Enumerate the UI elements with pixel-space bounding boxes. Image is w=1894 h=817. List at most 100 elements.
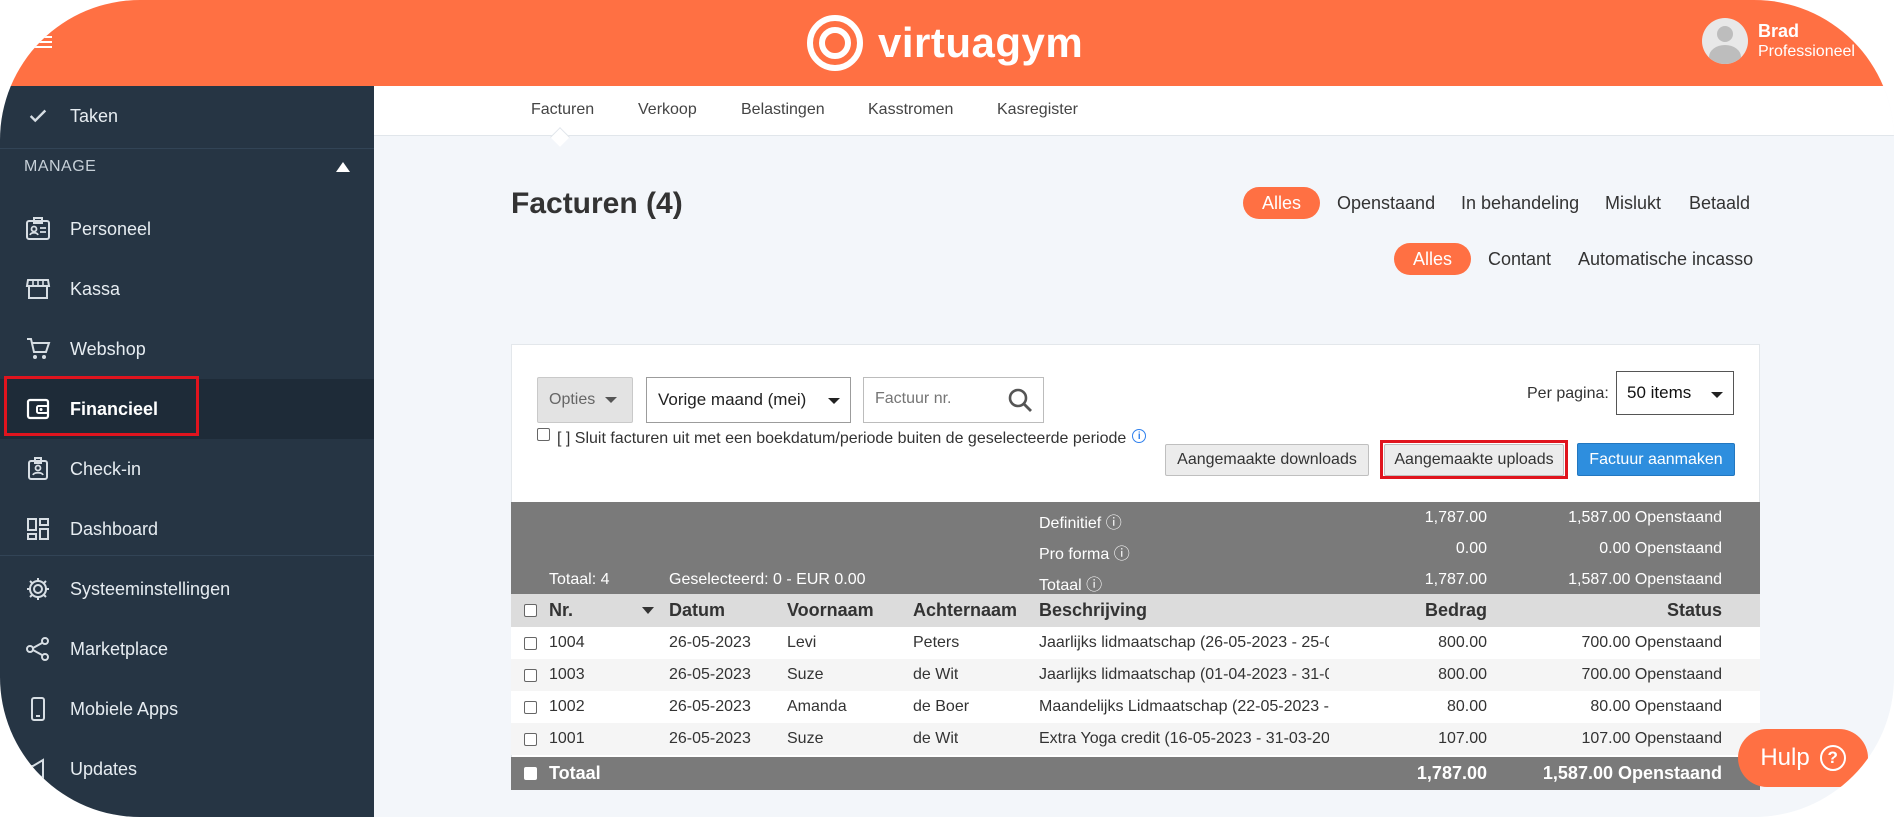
per-page-value: 50 items (1627, 383, 1692, 402)
sidebar-item-dashboard[interactable]: Dashboard (0, 499, 374, 559)
type-filter-automatische-incasso[interactable]: Automatische incasso (1578, 249, 1753, 270)
row-checkbox[interactable] (524, 668, 537, 682)
sidebar-item-marketplace[interactable]: Marketplace (0, 619, 374, 679)
status-filter-in-behandeling[interactable]: In behandeling (1461, 193, 1579, 214)
cell-voornaam: Suze (787, 666, 824, 683)
period-value: Vorige maand (mei) (658, 390, 807, 409)
create-invoice-button[interactable]: Factuur aanmaken (1577, 443, 1735, 476)
chevron-down-icon (605, 397, 618, 403)
top-bar: virtuagym Brad Professioneel (0, 0, 1894, 86)
per-page-label: Per pagina: (1527, 385, 1609, 402)
sidebar-section-manage[interactable]: MANAGE (24, 158, 350, 176)
sidebar-item-check-in[interactable]: Check-in (0, 439, 374, 499)
status-filter-openstaand[interactable]: Openstaand (1337, 193, 1435, 214)
cell-status: 700.00 Openstaand (1581, 634, 1722, 651)
summary-open-definitief: 1,587.00 Openstaand (1568, 509, 1722, 526)
sidebar-item-mobiele-apps[interactable]: Mobiele Apps (0, 679, 374, 739)
row-checkbox[interactable] (524, 700, 537, 714)
menu-icon[interactable] (34, 36, 52, 48)
cell-achternaam: de Wit (913, 730, 959, 747)
period-select[interactable]: Vorige maand (mei) (646, 377, 851, 423)
badge-icon (24, 455, 52, 483)
per-page-select[interactable]: 50 items (1616, 371, 1734, 415)
cell-achternaam: de Wit (913, 666, 959, 683)
selected-summary: Geselecteerd: 0 - EUR 0.00 (669, 571, 866, 588)
active-tab-indicator (550, 127, 570, 147)
sidebar-item-label: Personeel (70, 218, 152, 239)
column-achternaam[interactable]: Achternaam (913, 594, 1017, 627)
table-row[interactable]: 1004 26-05-2023 Levi Peters Jaarlijks li… (511, 627, 1760, 659)
options-button[interactable]: Opties (537, 377, 633, 423)
invoice-number-input[interactable] (875, 390, 995, 408)
table-row[interactable]: 1002 26-05-2023 Amanda de Boer Maandelij… (511, 691, 1760, 723)
type-filter-alles[interactable]: Alles (1394, 243, 1471, 275)
tab-verkoop[interactable]: Verkoop (638, 101, 697, 119)
megaphone-icon (24, 755, 52, 783)
total-count: Totaal: 4 (549, 571, 610, 588)
sidebar-item-label: Systeeminstellingen (70, 578, 231, 599)
sidebar-item-taken[interactable]: Taken (0, 86, 374, 146)
virtuagym-logo-icon (807, 15, 863, 71)
sidebar-item-systeeminstellingen[interactable]: Systeeminstellingen (0, 559, 374, 619)
sidebar-item-kassa[interactable]: Kassa (0, 259, 374, 319)
help-button[interactable]: Hulp ? (1738, 729, 1868, 787)
options-label: Opties (549, 391, 596, 408)
cell-status: 700.00 Openstaand (1581, 666, 1722, 683)
created-downloads-button[interactable]: Aangemaakte downloads (1165, 444, 1369, 476)
row-checkbox[interactable] (524, 732, 537, 746)
tab-belastingen[interactable]: Belastingen (741, 101, 825, 119)
invoice-summary: Totaal: 4 Geselecteerd: 0 - EUR 0.00 Def… (511, 502, 1760, 594)
caret-up-icon (336, 162, 350, 172)
tab-kasregister[interactable]: Kasregister (997, 101, 1078, 119)
column-beschrijving[interactable]: Beschrijving (1039, 594, 1147, 627)
cell-bedrag: 80.00 (1446, 698, 1487, 715)
sidebar-item-label: Updates (70, 758, 138, 779)
column-nr[interactable]: Nr. (549, 594, 573, 627)
column-status[interactable]: Status (1511, 594, 1722, 627)
invoice-search (863, 377, 1044, 423)
sidebar: Taken MANAGE Personeel Kassa Webshop Fin… (0, 86, 374, 817)
sidebar-item-updates[interactable]: Updates (0, 739, 374, 799)
section-label: MANAGE (24, 158, 97, 175)
question-icon: ? (1819, 745, 1846, 771)
cell-bedrag: 800.00 (1438, 634, 1487, 651)
cell-bedrag: 107.00 (1438, 730, 1487, 747)
status-filter-alles[interactable]: Alles (1243, 187, 1320, 219)
tab-facturen[interactable]: Facturen (531, 101, 594, 119)
summary-label-totaal: Totaal ⓘ (1039, 577, 1103, 594)
info-icon: ⓘ (1086, 577, 1103, 594)
status-filter-mislukt[interactable]: Mislukt (1605, 193, 1661, 214)
chevron-down-icon (1711, 392, 1723, 398)
brand-logo[interactable]: virtuagym (806, 12, 1083, 74)
search-icon[interactable] (1007, 387, 1033, 413)
table-row[interactable]: 1003 26-05-2023 Suze de Wit Jaarlijks li… (511, 659, 1760, 691)
tab-kasstromen[interactable]: Kasstromen (868, 101, 953, 119)
sidebar-item-label: Webshop (70, 338, 146, 359)
footer-checkbox[interactable] (524, 767, 537, 780)
exclude-period-option: [ ] Sluit facturen uit met een boekdatum… (537, 427, 1147, 448)
row-checkbox[interactable] (524, 636, 537, 650)
table-row[interactable]: 1001 26-05-2023 Suze de Wit Extra Yoga c… (511, 723, 1760, 755)
column-datum[interactable]: Datum (669, 594, 725, 627)
sort-desc-icon[interactable] (642, 607, 654, 614)
table-header: Nr. Datum Voornaam Achternaam Beschrijvi… (511, 594, 1760, 627)
column-voornaam[interactable]: Voornaam (787, 594, 874, 627)
cell-nr: 1001 (549, 730, 585, 747)
column-bedrag[interactable]: Bedrag (1331, 594, 1487, 627)
gear-icon (24, 575, 52, 603)
status-filter-betaald[interactable]: Betaald (1689, 193, 1750, 214)
sidebar-item-label: Check-in (70, 458, 142, 479)
info-icon[interactable]: i (1132, 429, 1147, 443)
sidebar-item-personeel[interactable]: Personeel (0, 199, 374, 259)
info-icon: ⓘ (1113, 546, 1130, 563)
id-card-icon (24, 215, 52, 243)
cart-icon (24, 335, 52, 363)
dashboard-icon (24, 515, 52, 543)
select-all-checkbox[interactable] (524, 604, 537, 617)
type-filter-contant[interactable]: Contant (1488, 249, 1551, 270)
user-menu[interactable]: Brad Professioneel (1702, 18, 1855, 64)
exclude-period-checkbox[interactable] (537, 427, 550, 441)
cell-datum: 26-05-2023 (669, 666, 751, 683)
finance-subnav: Facturen Verkoop Belastingen Kasstromen … (374, 86, 1894, 147)
sidebar-item-webshop[interactable]: Webshop (0, 319, 374, 379)
